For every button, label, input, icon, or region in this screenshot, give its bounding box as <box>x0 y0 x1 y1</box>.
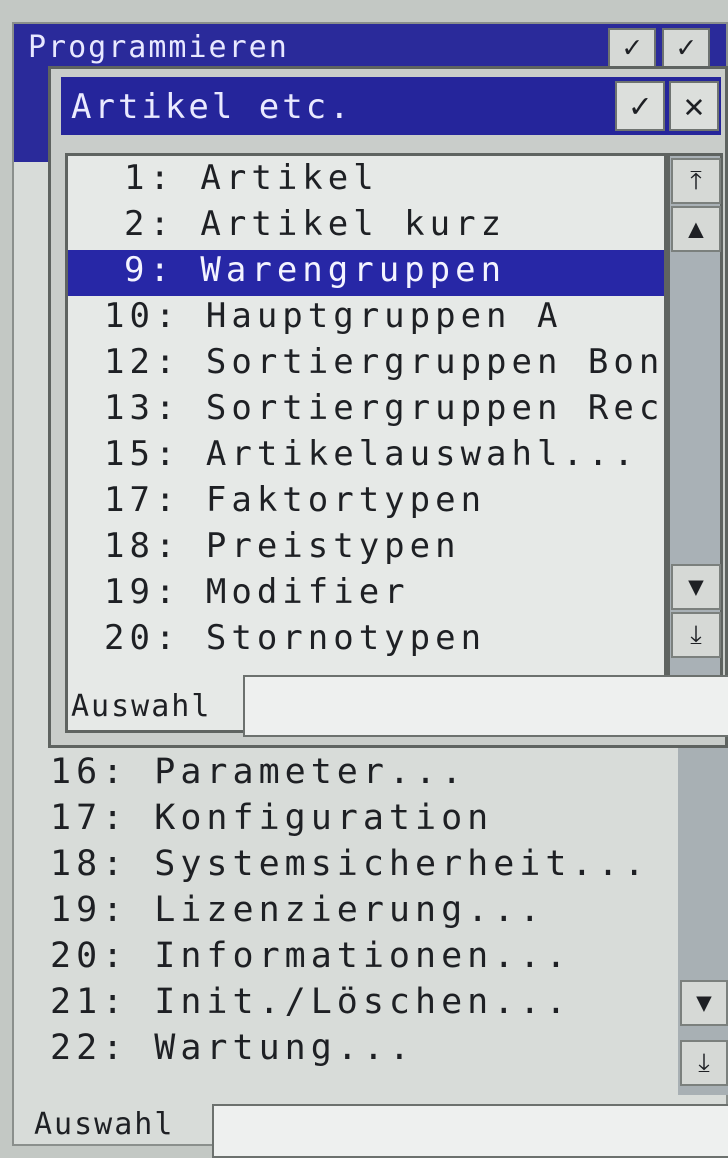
list-item[interactable]: 17: Faktortypen <box>68 480 664 526</box>
list-item[interactable]: 13: Sortiergruppen Rech. <box>68 388 664 434</box>
list-item[interactable]: 22: Wartung... <box>50 1028 415 1074</box>
scroll-down-icon[interactable]: ▼ <box>680 980 728 1026</box>
background-window-title-bar: Programmieren ✓ ✓ <box>14 24 726 72</box>
scroll-top-icon[interactable]: ⤒ <box>671 158 721 204</box>
list-item[interactable]: 16: Parameter... <box>50 752 467 798</box>
scroll-bottom-icon[interactable]: ⤓ <box>680 1040 728 1086</box>
artikel-dialog: Artikel etc. ✓ ✕ 1: Artikel 2: Artikel k… <box>48 66 728 748</box>
dialog-ok-button[interactable]: ✓ <box>615 81 665 131</box>
dialog-close-button[interactable]: ✕ <box>669 81 719 131</box>
background-window-title: Programmieren <box>28 30 289 65</box>
list-item[interactable]: 2: Artikel kurz <box>68 204 664 250</box>
background-menu-list: 16: Parameter... 17: Konfiguration 18: S… <box>50 740 670 1080</box>
background-close-button[interactable]: ✓ <box>662 28 710 68</box>
list-item[interactable]: 20: Stornotypen <box>68 618 664 664</box>
list-item[interactable]: 18: Preistypen <box>68 526 664 572</box>
background-selection-input[interactable] <box>212 1104 728 1158</box>
list-item[interactable]: 19: Lizenzierung... <box>50 890 545 936</box>
list-item[interactable]: 21: Init./Löschen... <box>50 982 571 1028</box>
dialog-selection-input[interactable] <box>243 675 728 737</box>
background-selection-label: Auswahl <box>34 1107 175 1142</box>
list-item[interactable]: 20: Informationen... <box>50 936 571 982</box>
list-item[interactable]: 12: Sortiergruppen Bon <box>68 342 664 388</box>
list-item[interactable]: 1: Artikel <box>68 158 664 204</box>
scroll-down-icon[interactable]: ▼ <box>671 564 721 610</box>
list-item[interactable]: 10: Hauptgruppen A <box>68 296 664 342</box>
dialog-menu-list: 1: Artikel 2: Artikel kurz 9: Warengrupp… <box>65 153 667 733</box>
background-ok-button[interactable]: ✓ <box>608 28 656 68</box>
dialog-title: Artikel etc. <box>71 87 353 127</box>
list-item[interactable]: 17: Konfiguration <box>50 798 493 844</box>
list-item[interactable]: 18: Systemsicherheit... <box>50 844 650 890</box>
dialog-scrollbar[interactable]: ⤒ ▲ ▼ ⤓ <box>667 153 723 733</box>
background-selection-strip <box>14 72 50 162</box>
scroll-up-icon[interactable]: ▲ <box>671 206 721 252</box>
dialog-selection-label: Auswahl <box>71 689 212 724</box>
scroll-bottom-icon[interactable]: ⤓ <box>671 612 721 658</box>
dialog-title-bar: Artikel etc. ✓ ✕ <box>61 77 721 135</box>
list-item-selected[interactable]: 9: Warengruppen <box>68 250 664 296</box>
list-item[interactable]: 15: Artikelauswahl... <box>68 434 664 480</box>
list-item[interactable]: 19: Modifier <box>68 572 664 618</box>
background-scrollbar[interactable]: ▼ ⤓ <box>678 740 728 1095</box>
